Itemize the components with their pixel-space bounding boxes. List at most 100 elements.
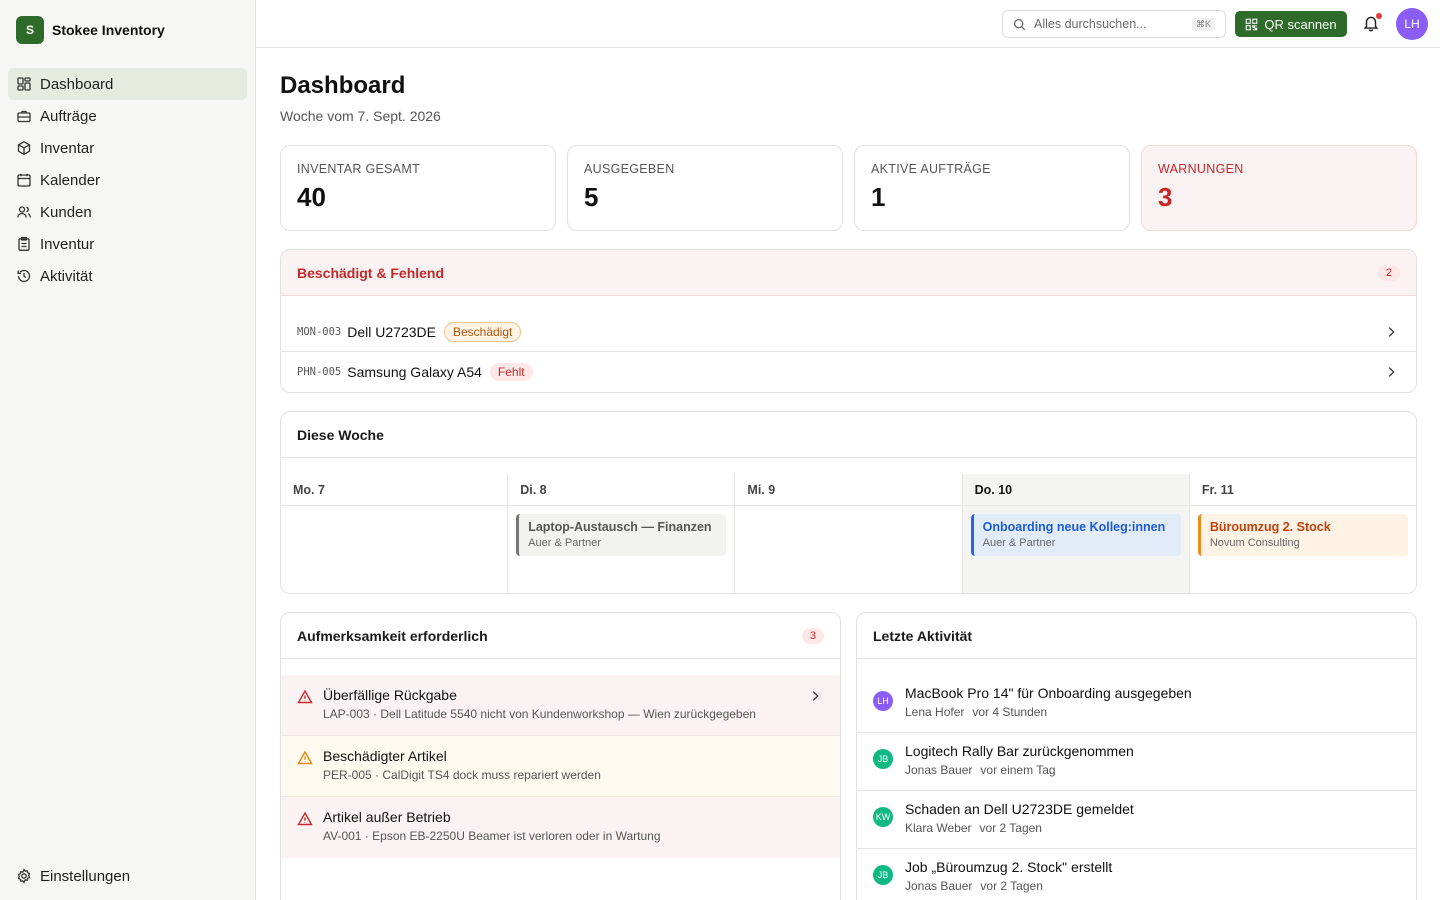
day-column[interactable]: Mi. 9 — [735, 474, 963, 593]
avatar: LH — [873, 691, 893, 711]
attention-detail: LAP-003 · Dell Latitude 5540 nicht von K… — [323, 707, 756, 721]
count-badge: 3 — [801, 627, 824, 644]
stat-value: 3 — [1158, 182, 1173, 212]
avatar: JB — [873, 749, 893, 769]
event-title: Büroumzug 2. Stock — [1209, 520, 1331, 534]
sidebar-nav: Dashboard Aufträge Inventar Kalender Kun… — [8, 68, 247, 292]
attention-title: Artikel außer Betrieb — [323, 809, 451, 825]
week-card: Diese Woche Mo. 7 Di. 8 Laptop-Austausch… — [280, 411, 1417, 594]
stat-value: 1 — [871, 182, 886, 212]
event-client: Auer & Partner — [528, 537, 601, 549]
sidebar-item-aktivitaet[interactable]: Aktivität — [8, 260, 247, 292]
page-subtitle: Woche vom 7. Sept. 2026 — [280, 108, 441, 124]
card-header: Aufmerksamkeit erforderlich 3 — [281, 613, 840, 659]
warning-icon — [297, 689, 313, 704]
qr-code-icon — [1246, 18, 1258, 30]
briefcase-icon — [17, 110, 31, 123]
attention-detail: PER-005 · CalDigit TS4 dock muss reparie… — [323, 768, 601, 782]
damaged-item-row[interactable]: PHN-005 Samsung Galaxy A54 Fehlt — [281, 352, 1416, 392]
damaged-missing-card: Beschädigt & Fehlend 2 MON-003 Dell U272… — [280, 249, 1417, 393]
activity-user: Jonas Bauer — [905, 763, 973, 777]
activity-item[interactable]: LH MacBook Pro 14" für Onboarding ausgeg… — [857, 675, 1416, 733]
stat-value: 5 — [584, 182, 599, 212]
day-column[interactable]: Mo. 7 — [281, 474, 509, 593]
attention-item[interactable]: Überfällige Rückgabe LAP-003 · Dell Lati… — [281, 675, 840, 736]
event-client: Auer & Partner — [982, 537, 1056, 549]
sidebar-item-inventar[interactable]: Inventar — [8, 132, 247, 164]
clipboard-icon — [18, 236, 30, 251]
item-code: MON-003 — [297, 325, 342, 338]
gear-icon — [17, 868, 31, 884]
card-header: Beschädigt & Fehlend 2 — [281, 250, 1416, 296]
activity-title: Schaden an Dell U2723DE gemeldet — [905, 801, 1134, 817]
brand[interactable]: S Stokee Inventory — [16, 16, 165, 44]
sidebar-item-label: Aufträge — [40, 107, 97, 125]
sidebar-item-kalender[interactable]: Kalender — [8, 164, 247, 196]
sidebar-item-label: Kunden — [40, 203, 92, 221]
calendar-event[interactable]: Laptop-Austausch — Finanzen Auer & Partn… — [516, 514, 727, 556]
day-column-today[interactable]: Do. 10 Onboarding neue Kolleg:innen Auer… — [962, 474, 1190, 593]
sidebar-item-label: Inventar — [40, 139, 95, 157]
box-icon — [17, 141, 31, 155]
sidebar-item-auftraege[interactable]: Aufträge — [8, 100, 247, 132]
activity-time: vor 2 Tagen — [980, 879, 1043, 893]
stat-label: WARNUNGEN — [1158, 162, 1244, 176]
topbar: Alles durchsuchen... ⌘K QR scannen LH — [256, 0, 1440, 48]
day-column[interactable]: Di. 8 Laptop-Austausch — Finanzen Auer &… — [508, 474, 736, 593]
activity-time: vor 2 Tagen — [979, 821, 1042, 835]
sidebar-item-kunden[interactable]: Kunden — [8, 196, 247, 228]
sidebar-item-label: Dashboard — [40, 75, 114, 93]
activity-item[interactable]: JB Job „Büroumzug 2. Stock" erstellt Jon… — [857, 849, 1416, 900]
brand-name: Stokee Inventory — [52, 22, 165, 38]
day-label: Do. 10 — [962, 474, 1189, 506]
dashboard-icon — [17, 77, 31, 91]
activity-title: MacBook Pro 14" für Onboarding ausgegebe… — [905, 685, 1192, 701]
search-placeholder: Alles durchsuchen... — [1034, 17, 1147, 31]
calendar-icon — [17, 173, 31, 187]
activity-user: Lena Hofer — [905, 705, 965, 719]
attention-item[interactable]: Artikel außer Betrieb AV-001 · Epson EB-… — [281, 797, 840, 858]
sidebar-item-dashboard[interactable]: Dashboard — [8, 68, 247, 100]
event-title: Onboarding neue Kolleg:innen — [982, 520, 1166, 534]
sidebar-item-einstellungen[interactable]: Einstellungen — [8, 860, 247, 892]
activity-user: Jonas Bauer — [905, 879, 973, 893]
activity-time: vor 4 Stunden — [972, 705, 1048, 719]
search-shortcut: ⌘K — [1191, 17, 1215, 31]
activity-title: Logitech Rally Bar zurückgenommen — [905, 743, 1134, 759]
activity-item[interactable]: JB Logitech Rally Bar zurückgenommen Jon… — [857, 733, 1416, 791]
activity-time: vor einem Tag — [980, 763, 1056, 777]
activity-item[interactable]: KW Schaden an Dell U2723DE gemeldet Klar… — [857, 791, 1416, 849]
stat-card-active-orders: AKTIVE AUFTRÄGE 1 — [854, 145, 1130, 231]
sidebar-item-label: Kalender — [40, 171, 101, 189]
damaged-item-row[interactable]: MON-003 Dell U2723DE Beschädigt — [281, 312, 1416, 352]
card-title: Aufmerksamkeit erforderlich — [297, 627, 488, 644]
activity-user: Klara Weber — [905, 821, 972, 835]
item-name: Samsung Galaxy A54 — [347, 364, 482, 380]
item-name: Dell U2723DE — [347, 323, 436, 340]
stat-card-inventory: INVENTAR GESAMT 40 — [280, 145, 556, 231]
notifications-button[interactable] — [1362, 13, 1382, 34]
sidebar-item-label: Einstellungen — [40, 867, 131, 885]
week-grid: Mo. 7 Di. 8 Laptop-Austausch — Finanzen … — [281, 474, 1416, 593]
sidebar-item-inventur[interactable]: Inventur — [8, 228, 247, 260]
status-badge: Beschädigt — [443, 321, 522, 342]
user-avatar[interactable]: LH — [1396, 8, 1428, 40]
event-title: Laptop-Austausch — Finanzen — [528, 520, 712, 534]
search-input[interactable]: Alles durchsuchen... ⌘K — [1002, 10, 1226, 38]
event-client: Novum Consulting — [1209, 537, 1300, 549]
stat-label: AKTIVE AUFTRÄGE — [871, 162, 991, 176]
qr-scan-button[interactable]: QR scannen — [1235, 11, 1347, 37]
card-header: Letzte Aktivität — [857, 613, 1416, 659]
calendar-event[interactable]: Büroumzug 2. Stock Novum Consulting — [1197, 514, 1409, 556]
attention-detail: AV-001 · Epson EB-2250U Beamer ist verlo… — [323, 829, 661, 843]
calendar-event[interactable]: Onboarding neue Kolleg:innen Auer & Part… — [970, 514, 1181, 556]
page-title: Dashboard — [280, 72, 406, 99]
attention-item[interactable]: Beschädigter Artikel PER-005 · CalDigit … — [281, 736, 840, 797]
chevron-right-icon — [1388, 326, 1395, 337]
avatar: KW — [873, 807, 893, 827]
card-header: Diese Woche — [281, 412, 1416, 458]
notification-dot — [1376, 13, 1382, 19]
chevron-right-icon — [1388, 367, 1395, 377]
day-column[interactable]: Fr. 11 Büroumzug 2. Stock Novum Consulti… — [1189, 474, 1416, 593]
brand-logo: S — [16, 16, 44, 44]
